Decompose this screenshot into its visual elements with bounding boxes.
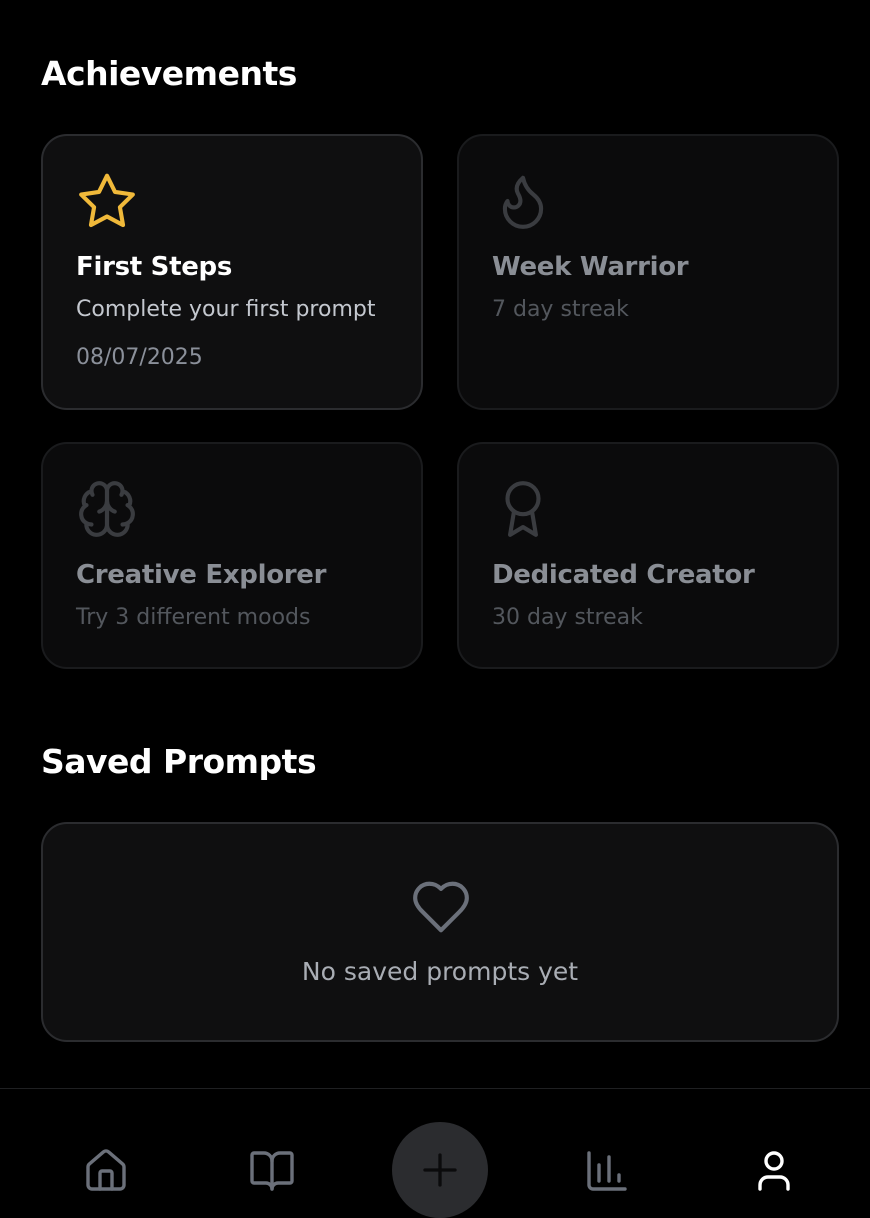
home-icon <box>86 1149 126 1191</box>
nav-library-button[interactable] <box>248 1147 296 1195</box>
nav-create-button[interactable] <box>392 1122 488 1218</box>
empty-state-text: No saved prompts yet <box>301 957 579 986</box>
achievement-description: Complete your first prompt <box>76 297 376 322</box>
achievement-description: 30 day streak <box>492 605 643 630</box>
nav-home-button[interactable] <box>82 1147 130 1195</box>
user-icon <box>758 1151 790 1191</box>
flame-icon <box>492 170 554 232</box>
achievement-title: First Steps <box>76 252 233 282</box>
plus-icon <box>420 1150 460 1190</box>
heart-icon <box>410 876 472 938</box>
achievement-description: Try 3 different moods <box>76 605 311 630</box>
achievements-title: Achievements <box>41 54 297 93</box>
achievement-card-dedicated-creator[interactable]: Dedicated Creator 30 day streak <box>457 442 839 669</box>
bar-chart-icon <box>587 1151 627 1191</box>
book-open-icon <box>250 1151 294 1191</box>
achievement-date: 08/07/2025 <box>76 345 203 370</box>
bottom-navigation <box>0 1088 870 1218</box>
award-icon <box>492 478 554 540</box>
brain-icon <box>76 478 138 540</box>
achievement-card-first-steps[interactable]: First Steps Complete your first prompt 0… <box>41 134 423 410</box>
nav-stats-button[interactable] <box>583 1147 631 1195</box>
nav-profile-button[interactable] <box>750 1147 798 1195</box>
achievement-card-creative-explorer[interactable]: Creative Explorer Try 3 different moods <box>41 442 423 669</box>
achievement-title: Week Warrior <box>492 252 689 282</box>
achievement-card-week-warrior[interactable]: Week Warrior 7 day streak <box>457 134 839 410</box>
saved-prompts-title: Saved Prompts <box>41 742 317 781</box>
achievement-description: 7 day streak <box>492 297 629 322</box>
star-icon <box>76 170 138 232</box>
achievement-title: Dedicated Creator <box>492 560 755 590</box>
saved-prompts-empty-state: No saved prompts yet <box>41 822 839 1042</box>
achievement-title: Creative Explorer <box>76 560 327 590</box>
